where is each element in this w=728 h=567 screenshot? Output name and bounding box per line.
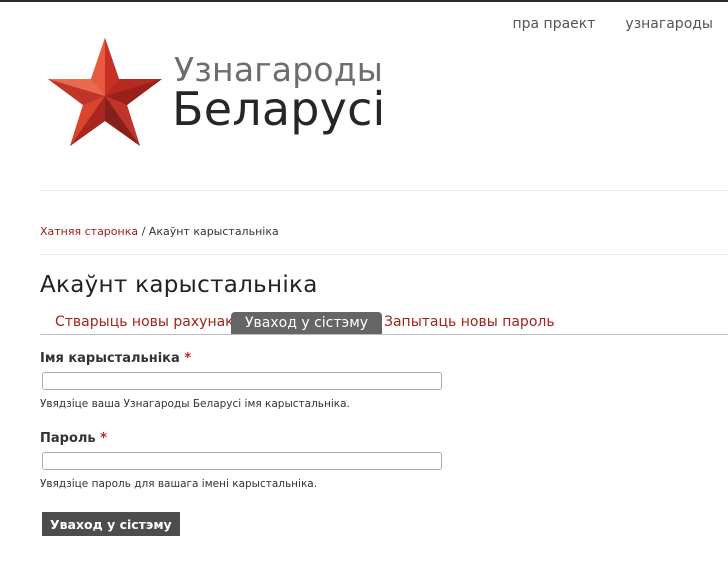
required-marker: * (100, 431, 107, 446)
tab-login[interactable]: Уваход у сістэму (231, 312, 383, 334)
required-marker: * (184, 351, 192, 366)
login-submit-button[interactable]: Уваход у сістэму (42, 512, 180, 536)
password-description: Увядзіце пароль для вашага імені карыста… (40, 478, 318, 490)
password-field[interactable] (42, 452, 442, 470)
breadcrumb-separator: / (138, 225, 149, 238)
breadcrumb: Хатняя старонка / Акаўнт карыстальніка (40, 225, 279, 238)
top-navigation: пра праект узнагароды (512, 16, 713, 32)
tab-create-account[interactable]: Стварыць новы рахунак (55, 314, 234, 330)
breadcrumb-divider (40, 254, 728, 255)
username-field[interactable] (42, 372, 442, 390)
site-logo[interactable]: Узнагароды Беларусі (46, 36, 385, 148)
username-label-text: Імя карыстальніка (40, 351, 180, 366)
breadcrumb-home-link[interactable]: Хатняя старонка (40, 225, 138, 238)
page-title: Акаўнт карыстальніка (40, 272, 318, 298)
red-star-icon (48, 38, 162, 146)
nav-link-awards[interactable]: узнагароды (625, 16, 713, 32)
brand-title-line2: Беларусі (172, 82, 386, 136)
password-label-text: Пароль (40, 431, 96, 446)
tab-request-password[interactable]: Запытаць новы пароль (384, 314, 555, 330)
username-description: Увядзіце ваша Узнагароды Беларусі імя ка… (40, 398, 350, 410)
breadcrumb-current: Акаўнт карыстальніка (148, 225, 279, 238)
account-tabs: Стварыць новы рахунак Уваход у сістэму З… (40, 312, 728, 335)
username-label: Імя карыстальніка * (40, 351, 191, 366)
header-divider (40, 190, 728, 191)
nav-link-about[interactable]: пра праект (512, 16, 595, 32)
password-label: Пароль * (40, 431, 107, 446)
